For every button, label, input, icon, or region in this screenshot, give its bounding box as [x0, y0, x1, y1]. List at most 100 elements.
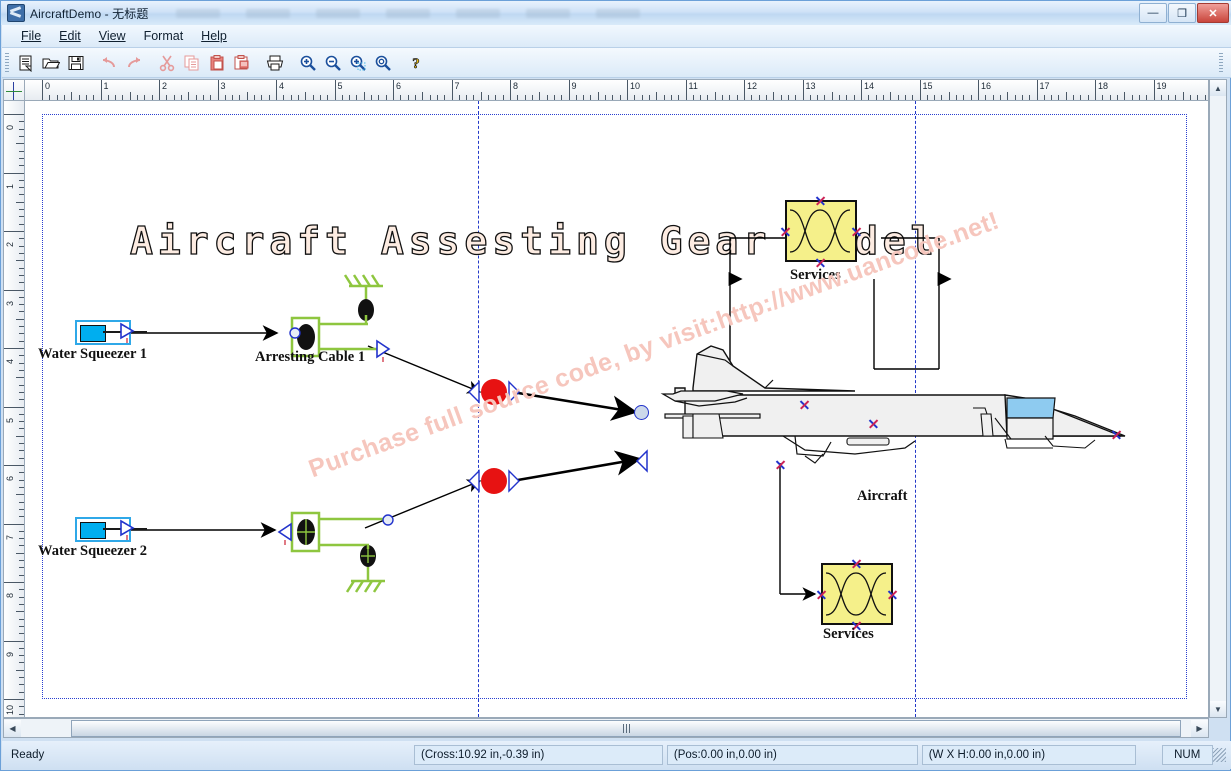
ghost-item — [246, 8, 291, 18]
menu-edit[interactable]: Edit — [50, 27, 90, 45]
vruler-tick — [4, 699, 24, 700]
vruler-tick — [19, 121, 24, 123]
scroll-right-button[interactable]: ▶ — [1191, 719, 1208, 737]
vruler-tick — [19, 684, 24, 686]
hruler-tick — [590, 95, 592, 100]
ruler-origin-box[interactable] — [3, 79, 25, 101]
vruler-tick — [16, 143, 24, 145]
ruler-origin-hline — [6, 91, 22, 92]
horizontal-scrollbar[interactable]: ◀ ▶ — [3, 718, 1209, 738]
vruler-tick — [19, 421, 24, 423]
services-bottom-block[interactable] — [821, 563, 893, 625]
zoom-in-icon[interactable] — [295, 51, 320, 75]
services-bottom-port-right[interactable] — [887, 589, 898, 600]
vruler-tick — [19, 662, 24, 664]
vruler-tick — [16, 552, 24, 554]
menu-file[interactable]: File — [12, 27, 50, 45]
paste-special-icon[interactable] — [229, 51, 254, 75]
vertical-scrollbar[interactable]: ▲ ▼ — [1209, 79, 1227, 718]
hruler-tick — [934, 95, 936, 100]
menu-format[interactable]: Format — [135, 27, 193, 45]
hruler-tick — [173, 95, 175, 100]
hruler-label: 4 — [279, 81, 285, 91]
horizontal-ruler[interactable]: 0 1 2 3 4 5 6 7 8 9 10 11 12 13 14 15 16 17 18 19 — [25, 79, 1209, 101]
hruler-tick — [897, 95, 899, 100]
hruler-tick — [670, 95, 672, 100]
aircraft-port-bottom[interactable] — [775, 459, 786, 470]
hruler-tick — [1109, 95, 1111, 100]
services-bottom-label[interactable]: Services — [823, 626, 874, 643]
aircraft-tail-connection-port[interactable] — [634, 405, 649, 420]
cut-icon[interactable] — [154, 51, 179, 75]
status-num: NUM — [1161, 745, 1213, 765]
hruler-tick — [948, 92, 950, 100]
menu-file-label: File — [21, 29, 42, 43]
hruler-tick — [144, 95, 146, 100]
vruler-tick — [19, 326, 24, 328]
toolbar-grip[interactable] — [5, 52, 9, 73]
services-top-port-top[interactable] — [815, 195, 826, 206]
resize-grip[interactable] — [1212, 748, 1226, 762]
junction-lower-ports[interactable] — [465, 468, 535, 496]
maximize-button[interactable]: ❐ — [1168, 3, 1196, 23]
hruler-tick — [371, 95, 373, 100]
vruler-tick — [19, 399, 24, 401]
paste-icon[interactable] — [204, 51, 229, 75]
redo-icon[interactable] — [121, 51, 146, 75]
water-squeezer-1-label[interactable]: Water Squeezer 1 — [38, 346, 147, 363]
zoom-out-icon[interactable] — [320, 51, 345, 75]
zoom-fit-icon[interactable] — [370, 51, 395, 75]
aircraft-port-mid-top[interactable] — [868, 418, 879, 429]
vruler-tick — [4, 640, 24, 642]
scroll-up-button[interactable]: ▲ — [1210, 80, 1226, 96]
title-bar: AircraftDemo - 无标题 — ❐ ✕ — [1, 1, 1231, 25]
vruler-tick — [19, 216, 24, 218]
minimize-button[interactable]: — — [1139, 3, 1167, 23]
aircraft-port-tail-top[interactable] — [799, 399, 810, 410]
vruler-tick — [4, 172, 24, 174]
hruler-label: 9 — [571, 81, 577, 91]
services-top-port-right[interactable] — [851, 226, 862, 237]
copy-icon[interactable] — [179, 51, 204, 75]
hruler-tick — [524, 95, 526, 100]
aircraft-label[interactable]: Aircraft — [857, 488, 907, 505]
hruler-tick — [678, 95, 680, 100]
hruler-tick — [546, 95, 548, 100]
vruler-tick — [16, 201, 24, 203]
hruler-tick — [188, 92, 190, 100]
vertical-ruler[interactable]: 0 1 2 3 4 5 6 7 8 9 10 — [3, 101, 25, 718]
menu-help[interactable]: Help — [192, 27, 236, 45]
zoom-selection-icon[interactable] — [345, 51, 370, 75]
water-squeezer-2-port[interactable] — [119, 519, 149, 543]
undo-icon[interactable] — [96, 51, 121, 75]
services-bottom-port-left[interactable] — [816, 589, 827, 600]
services-bottom-port-top[interactable] — [851, 558, 862, 569]
vruler-label: 1 — [5, 183, 15, 189]
hruler-tick — [612, 95, 614, 100]
hruler-tick — [290, 95, 292, 100]
arresting-cable-1-label[interactable]: Arresting Cable 1 — [255, 349, 365, 366]
aircraft-port-nose[interactable] — [1111, 429, 1122, 440]
save-icon[interactable] — [63, 51, 88, 75]
water-squeezer-1-port[interactable] — [119, 322, 149, 346]
water-squeezer-2-label[interactable]: Water Squeezer 2 — [38, 543, 147, 560]
new-icon[interactable] — [13, 51, 38, 75]
hruler-tick — [1021, 95, 1023, 100]
hruler-tick — [217, 80, 219, 100]
services-top-block[interactable] — [785, 200, 857, 262]
print-icon[interactable] — [262, 51, 287, 75]
hruler-tick — [583, 95, 585, 100]
hruler-tick — [341, 95, 343, 100]
scroll-down-button[interactable]: ▼ — [1210, 701, 1226, 717]
arresting-cable-2-mechanism[interactable] — [273, 499, 403, 619]
menu-view[interactable]: View — [90, 27, 135, 45]
arresting-cable-1-mechanism[interactable] — [273, 274, 403, 403]
vruler-tick — [19, 223, 24, 225]
close-button[interactable]: ✕ — [1197, 3, 1229, 23]
scroll-left-button[interactable]: ◀ — [4, 719, 21, 737]
help-icon[interactable]: ? — [403, 51, 428, 75]
open-icon[interactable] — [38, 51, 63, 75]
drawing-canvas[interactable]: Aircraft Assesting Gear Model Water Sque… — [25, 101, 1209, 718]
services-top-port-left[interactable] — [780, 226, 791, 237]
hscroll-thumb[interactable] — [71, 719, 1181, 737]
